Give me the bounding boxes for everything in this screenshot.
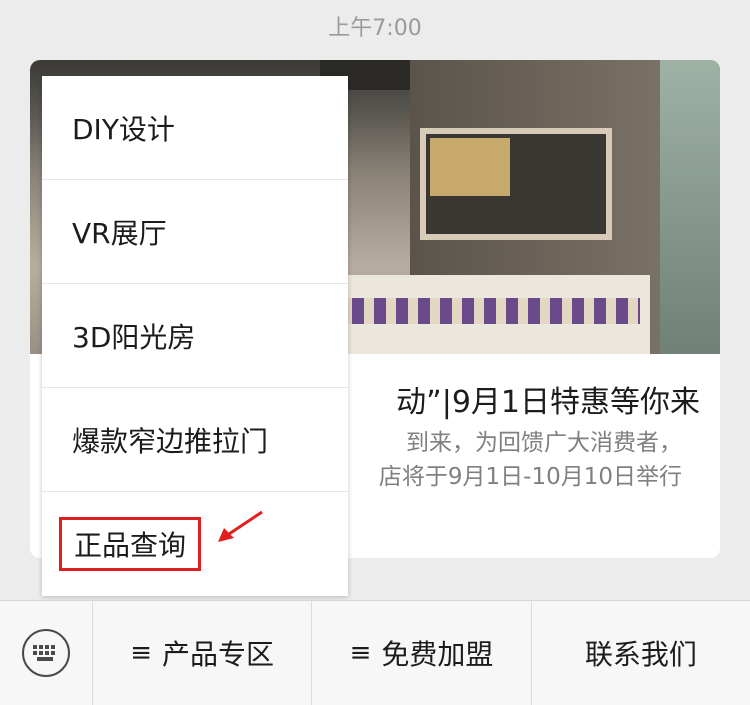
menu-lines-icon: ≡ (130, 638, 153, 668)
bottom-menu-label: 产品专区 (162, 638, 275, 671)
bottom-menu-label: 联系我们 (584, 638, 697, 671)
menu-item-label: 爆款窄边推拉门 (72, 424, 269, 458)
menu-item-label: 3D阳光房 (72, 320, 196, 354)
keyboard-toggle-button[interactable] (0, 601, 92, 705)
menu-item-label: VR展厅 (72, 216, 167, 250)
submenu-popup: DIY设计 VR展厅 3D阳光房 爆款窄边推拉门 正品查询 (42, 76, 348, 596)
menu-item-label: DIY设计 (72, 112, 175, 146)
menu-item-sliding-door[interactable]: 爆款窄边推拉门 (42, 388, 348, 492)
menu-item-vr-showroom[interactable]: VR展厅 (42, 180, 348, 284)
message-timestamp: 上午7:00 (328, 16, 422, 41)
bottom-menu-products[interactable]: ≡ 产品专区 (92, 601, 311, 705)
bottom-menu-franchise[interactable]: ≡ 免费加盟 (311, 601, 530, 705)
annotation-arrow-icon (218, 510, 263, 542)
menu-item-diy-design[interactable]: DIY设计 (42, 76, 348, 180)
bottom-menu-label: 免费加盟 (381, 638, 494, 671)
menu-item-3d-sunroom[interactable]: 3D阳光房 (42, 284, 348, 388)
highlight-box: 正品查询 (59, 517, 202, 571)
bottom-menu-bar: ≡ 产品专区 ≡ 免费加盟 联系我们 (0, 600, 750, 705)
bottom-menu-contact[interactable]: 联系我们 (530, 601, 750, 705)
menu-item-authenticity-check[interactable]: 正品查询 (42, 492, 348, 596)
menu-lines-icon: ≡ (349, 638, 372, 668)
keyboard-icon (22, 629, 70, 677)
